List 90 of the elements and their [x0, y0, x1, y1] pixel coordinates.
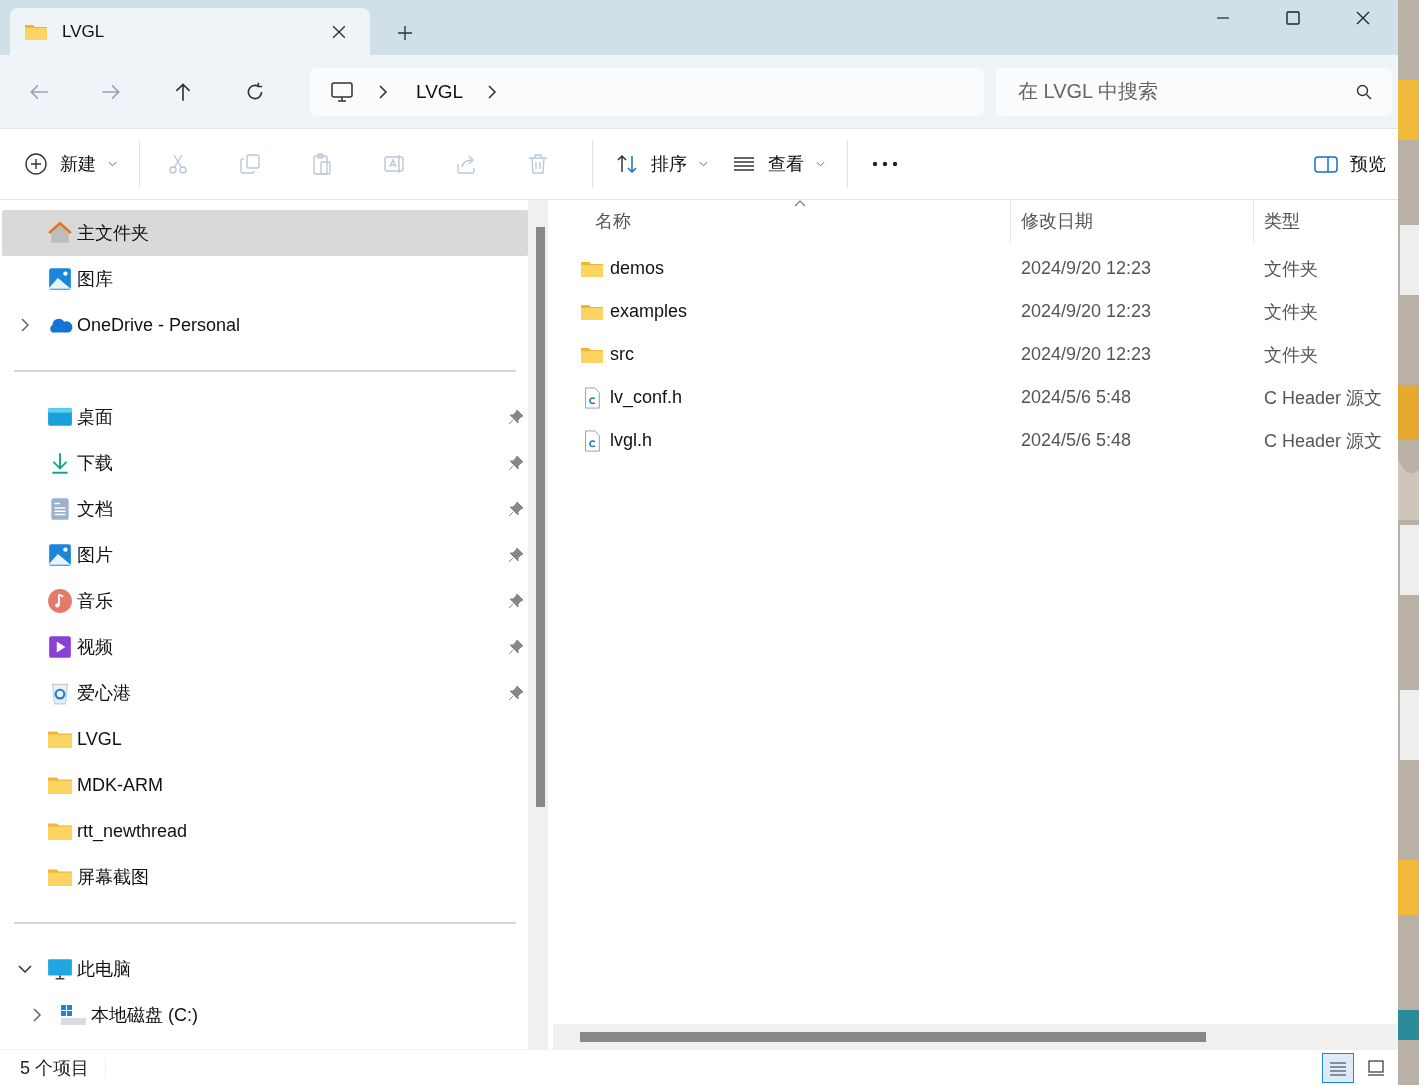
file-row[interactable]: src 2024/9/20 12:23 文件夹 [555, 333, 1398, 376]
scissors-icon [166, 152, 190, 176]
breadcrumb[interactable]: LVGL [416, 80, 464, 103]
file-type: C Header 源文 [1264, 386, 1383, 410]
scrollbar-thumb[interactable] [536, 227, 545, 807]
rename-icon [382, 152, 406, 176]
sidebar-item[interactable]: 此电脑 [2, 946, 528, 992]
sidebar-item[interactable]: 图库 [2, 256, 528, 302]
more-icon[interactable] [872, 161, 898, 167]
monitor-icon [47, 956, 73, 982]
sidebar-item[interactable]: 文档 [2, 486, 528, 532]
sidebar-item[interactable]: rtt_newthread [2, 808, 528, 854]
plus-circle-icon [24, 152, 48, 176]
sidebar-item[interactable]: 音乐 [2, 578, 528, 624]
sidebar-item[interactable]: 主文件夹 [2, 210, 528, 256]
sort-icon [615, 152, 639, 176]
tiles-view-icon [1366, 1057, 1386, 1078]
chevron-right-icon[interactable] [19, 317, 30, 333]
monitor-icon [330, 79, 354, 104]
drive-icon [59, 1003, 87, 1027]
file-row[interactable]: examples 2024/9/20 12:23 文件夹 [555, 290, 1398, 333]
close-icon[interactable] [1355, 10, 1371, 26]
pin-icon[interactable] [508, 501, 524, 517]
modified-date: 2024/5/6 5:48 [1021, 430, 1132, 451]
chevron-down-icon[interactable] [16, 964, 33, 974]
scrollbar-thumb[interactable] [580, 1032, 1206, 1042]
window-tab[interactable]: LVGL [10, 8, 370, 55]
sidebar-item[interactable]: 本地磁盘 (C:) [2, 992, 528, 1038]
scrollbar[interactable] [528, 200, 548, 1049]
sidebar-item[interactable]: 屏幕截图 [2, 854, 528, 900]
sidebar-item[interactable]: LVGL [2, 716, 528, 762]
pin-icon[interactable] [508, 547, 524, 563]
view-toggle[interactable] [1322, 1052, 1354, 1083]
file-row[interactable]: lv_conf.h 2024/5/6 5:48 C Header 源文 [555, 376, 1398, 419]
copy-icon [238, 152, 262, 176]
sidebar-item[interactable]: 桌面 [2, 394, 528, 440]
caret-icon [816, 161, 825, 167]
sort-button[interactable]: 排序 [603, 146, 720, 182]
modified-date: 2024/5/6 5:48 [1021, 387, 1132, 408]
chevron-right-icon[interactable] [378, 83, 388, 100]
pin-icon[interactable] [508, 409, 524, 425]
close-icon[interactable] [332, 24, 346, 39]
sidebar-item[interactable]: 下载 [2, 440, 528, 486]
column-header[interactable]: 名称 [555, 200, 1010, 242]
address-bar[interactable]: LVGL [310, 67, 984, 116]
sidebar-item[interactable]: 视频 [2, 624, 528, 670]
file-type: 文件夹 [1264, 257, 1318, 281]
search-icon [1356, 83, 1372, 100]
music-icon [47, 588, 73, 614]
caret-icon [699, 161, 708, 167]
image-icon [47, 542, 73, 568]
pin-icon[interactable] [508, 685, 524, 701]
sidebar-item[interactable]: 爱心港 [2, 670, 528, 716]
tab-title: LVGL [62, 21, 106, 42]
add-tab-icon[interactable] [397, 25, 413, 41]
view-button[interactable]: 查看 [720, 146, 837, 182]
file-name: lv_conf.h [610, 387, 683, 408]
preview-button[interactable]: 预览 [1302, 146, 1398, 182]
sidebar-item[interactable]: OneDrive - Personal [2, 302, 528, 348]
file-name: lvgl.h [610, 430, 653, 451]
pin-icon[interactable] [508, 455, 524, 471]
file-name: src [610, 344, 634, 365]
file-row[interactable]: lvgl.h 2024/5/6 5:48 C Header 源文 [555, 419, 1398, 462]
file-type: 文件夹 [1264, 343, 1318, 367]
file-row[interactable]: demos 2024/9/20 12:23 文件夹 [555, 247, 1398, 290]
maximize-icon[interactable] [1285, 10, 1301, 26]
file-name: examples [610, 301, 688, 322]
clipboard-icon [310, 152, 334, 176]
sidebar-item[interactable]: 图片 [2, 532, 528, 578]
item-count: 5 个项目 [20, 1056, 89, 1080]
modified-date: 2024/9/20 12:23 [1021, 344, 1152, 365]
video-icon [47, 634, 73, 660]
modified-date: 2024/9/20 12:23 [1021, 301, 1152, 322]
file-type: 文件夹 [1264, 300, 1318, 324]
file-name: demos [610, 258, 665, 279]
chevron-right-icon[interactable] [487, 83, 498, 100]
search-field[interactable]: 在 LVGL 中搜索 [996, 67, 1392, 116]
file-type: C Header 源文 [1264, 429, 1383, 453]
chevron-right-icon[interactable] [31, 1007, 42, 1023]
modified-date: 2024/9/20 12:23 [1021, 258, 1152, 279]
pin-icon[interactable] [508, 593, 524, 609]
trash-icon [526, 152, 550, 176]
pin-icon[interactable] [508, 639, 524, 655]
sidebar-item[interactable]: MDK-ARM [2, 762, 528, 808]
image-icon [47, 266, 73, 292]
new-button[interactable]: 新建 [12, 146, 129, 182]
scrollbar[interactable] [553, 1024, 1398, 1049]
column-header[interactable]: 修改日期 [1010, 200, 1253, 242]
home-icon [47, 220, 73, 246]
caret-icon [108, 161, 117, 167]
